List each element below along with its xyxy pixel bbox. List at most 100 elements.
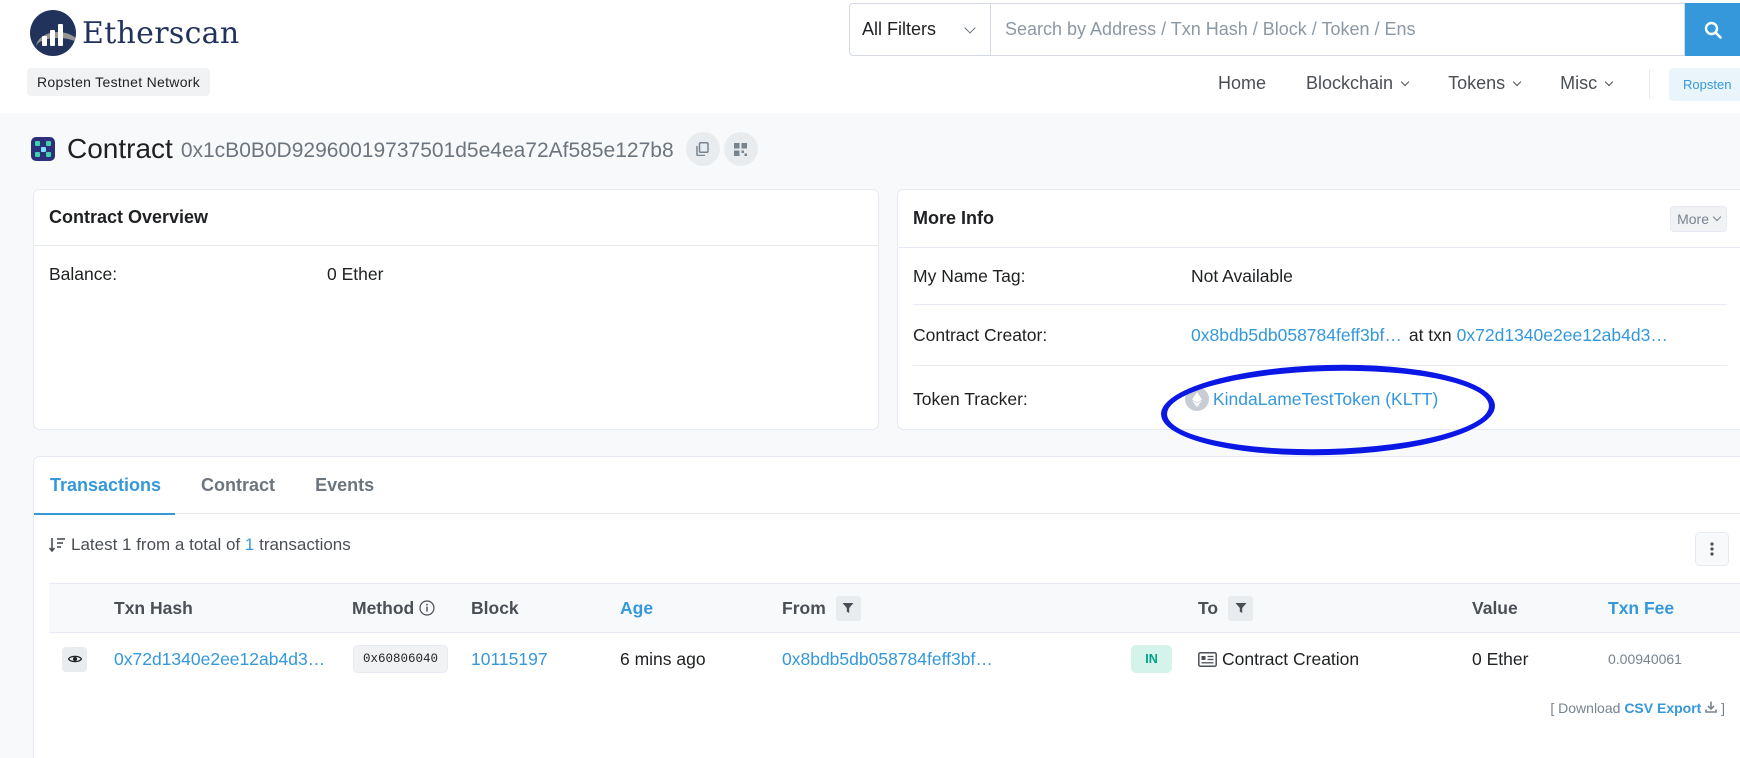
col-method: Method xyxy=(352,584,435,632)
more-info-title: More Info xyxy=(913,208,994,228)
col-method-label: Method xyxy=(352,597,415,618)
token-icon xyxy=(1185,387,1209,411)
more-info-header: More Info More xyxy=(898,190,1740,248)
name-tag-row: My Name Tag: Not Available xyxy=(913,248,1727,305)
download-icon xyxy=(1705,701,1718,713)
contract-creator-row: Contract Creator: 0x8bdb5db058784feff3bf… xyxy=(913,305,1727,366)
col-value: Value xyxy=(1472,597,1518,618)
nav-blockchain-label: Blockchain xyxy=(1306,73,1394,93)
chevron-down-icon xyxy=(1712,212,1722,221)
tab-transactions[interactable]: Transactions xyxy=(33,457,176,515)
col-age[interactable]: Age xyxy=(620,584,653,632)
info-icon[interactable] xyxy=(419,600,435,616)
transactions-table-header: Txn Hash Method Block Age From To Value … xyxy=(49,583,1740,633)
balance-value: 0 Ether xyxy=(327,264,384,284)
csv-download: [ Download CSV Export ] xyxy=(1550,700,1725,716)
download-close: ] xyxy=(1721,700,1725,716)
col-from: From xyxy=(782,584,861,632)
method-badge: 0x60806040 xyxy=(353,645,449,673)
transactions-card: Transactions Contract Events Latest 1 fr… xyxy=(33,456,1740,758)
page-title: Contract 0x1cB0B0D92960019737501d5e4ea72… xyxy=(31,132,758,166)
copy-address-button[interactable] xyxy=(685,132,720,166)
nav-misc[interactable]: Misc xyxy=(1560,73,1614,94)
logo-text: Etherscan xyxy=(82,15,240,51)
nav-tokens-label: Tokens xyxy=(1448,73,1506,93)
contract-identicon xyxy=(31,137,55,161)
search-filter-select[interactable]: All Filters xyxy=(849,3,991,56)
age-value: 6 mins ago xyxy=(620,648,706,669)
network-switch-button[interactable]: Ropsten xyxy=(1669,68,1740,101)
balance-row: Balance: 0 Ether xyxy=(34,246,878,303)
chevron-down-icon xyxy=(1512,77,1522,86)
etherscan-logo[interactable]: Etherscan xyxy=(30,10,239,56)
contract-address: 0x1cB0B0D92960019737501d5e4ea72Af585e127… xyxy=(180,139,674,162)
txn-fee-value: 0.00940061 xyxy=(1608,651,1682,667)
qr-code-icon xyxy=(734,142,748,156)
chevron-down-icon xyxy=(1604,77,1614,86)
col-txn-hash: Txn Hash xyxy=(114,597,193,618)
etherscan-logo-icon xyxy=(30,10,76,56)
kebab-menu-icon xyxy=(1710,542,1714,556)
to-value: Contract Creation xyxy=(1222,648,1360,669)
nav-tokens[interactable]: Tokens xyxy=(1448,73,1522,94)
txn-hash-link[interactable]: 0x72d1340e2ee12ab4d3… xyxy=(114,649,325,670)
tab-contract[interactable]: Contract xyxy=(201,457,275,514)
download-open: [ Download xyxy=(1550,700,1621,716)
from-filter-button[interactable] xyxy=(835,595,861,621)
contract-overview-title: Contract Overview xyxy=(49,207,209,227)
block-link[interactable]: 10115197 xyxy=(471,649,548,670)
token-tracker-link[interactable]: KindaLameTestToken (KLTT) xyxy=(1213,389,1438,410)
search-filter-label: All Filters xyxy=(862,19,937,39)
table-row: 0x72d1340e2ee12ab4d3… 0x60806040 1011519… xyxy=(49,633,1740,685)
more-button-label: More xyxy=(1677,210,1709,227)
contract-overview-card: Contract Overview Balance: 0 Ether xyxy=(33,189,879,430)
nav-blockchain[interactable]: Blockchain xyxy=(1306,73,1410,94)
col-from-label: From xyxy=(782,597,826,618)
chevron-down-icon xyxy=(964,21,976,34)
csv-export-link[interactable]: CSV Export xyxy=(1624,700,1721,716)
site-header: Etherscan Ropsten Testnet Network All Fi… xyxy=(0,0,1740,113)
view-details-button[interactable] xyxy=(62,646,87,672)
token-tracker-row: Token Tracker: KindaLameTestToken (KLTT) xyxy=(913,366,1727,432)
nav-home-label: Home xyxy=(1218,73,1267,93)
chevron-down-icon xyxy=(1400,77,1410,86)
creator-txn-link[interactable]: 0x72d1340e2ee12ab4d3… xyxy=(1457,325,1668,346)
to-filter-button[interactable] xyxy=(1228,595,1254,621)
direction-badge: IN xyxy=(1131,645,1172,673)
summary-prefix: Latest 1 from a total of xyxy=(71,535,241,554)
page-title-label: Contract xyxy=(67,133,173,164)
summary-count-link[interactable]: 1 xyxy=(245,535,254,555)
copy-icon xyxy=(696,142,709,156)
search-input[interactable] xyxy=(991,3,1685,56)
more-dropdown-button[interactable]: More xyxy=(1670,205,1727,232)
search-button[interactable] xyxy=(1685,3,1740,56)
token-tracker-label: Token Tracker: xyxy=(913,388,1028,409)
more-options-button[interactable] xyxy=(1695,532,1729,566)
col-to: To xyxy=(1198,584,1254,632)
nav-home[interactable]: Home xyxy=(1218,73,1266,94)
qr-code-button[interactable] xyxy=(723,132,758,166)
filter-icon xyxy=(842,603,854,613)
sort-amount-icon xyxy=(49,538,65,553)
tab-events[interactable]: Events xyxy=(315,457,374,514)
search-bar: All Filters xyxy=(849,3,1740,56)
name-tag-label: My Name Tag: xyxy=(913,265,1026,286)
csv-export-label: CSV Export xyxy=(1624,700,1702,716)
col-block: Block xyxy=(471,597,519,618)
col-to-label: To xyxy=(1198,597,1219,618)
name-tag-value: Not Available xyxy=(1191,265,1293,286)
col-txn-fee[interactable]: Txn Fee xyxy=(1608,584,1674,632)
transactions-summary: Latest 1 from a total of 1 transactions xyxy=(49,535,351,555)
search-icon xyxy=(1704,21,1722,39)
nav-divider xyxy=(1649,69,1650,99)
main-nav: Home Blockchain Tokens Misc xyxy=(1218,73,1652,94)
more-info-card: More Info More My Name Tag: Not Availabl… xyxy=(897,189,1740,430)
summary-suffix: transactions xyxy=(259,535,351,554)
creator-address-link[interactable]: 0x8bdb5db058784feff3bf… xyxy=(1191,325,1402,346)
contract-overview-header: Contract Overview xyxy=(34,190,878,246)
eye-icon xyxy=(67,655,82,663)
from-address-link[interactable]: 0x8bdb5db058784feff3bf… xyxy=(782,649,993,670)
balance-label: Balance: xyxy=(49,264,118,284)
at-txn-text: at txn xyxy=(1408,324,1452,345)
network-badge: Ropsten Testnet Network xyxy=(27,68,211,96)
